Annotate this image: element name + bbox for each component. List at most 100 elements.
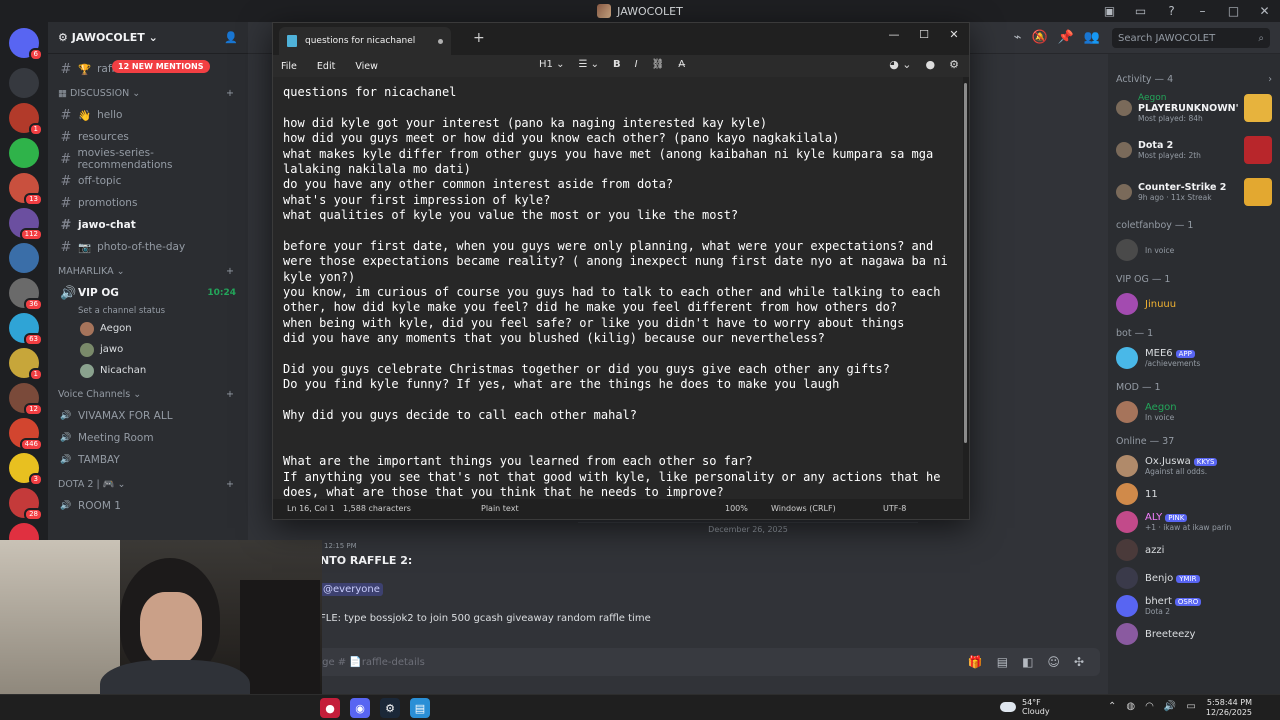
server-icon[interactable]: 112 (9, 208, 43, 241)
channel-off-topic[interactable]: # off-topic (54, 170, 242, 192)
server-icon[interactable]: 36 (9, 278, 43, 311)
steam-icon[interactable]: ⚙ (380, 698, 400, 718)
add-channel-icon[interactable]: + (226, 88, 234, 99)
server-icon[interactable]: 6 (9, 28, 43, 61)
voice-user[interactable]: jawo (54, 339, 242, 360)
scrollbar[interactable] (964, 83, 967, 443)
pin-icon[interactable]: 📌 (1058, 30, 1074, 45)
channel-hello[interactable]: # 👋 hello (54, 104, 242, 126)
account-icon[interactable]: ● (926, 58, 936, 71)
category-dota[interactable]: DOTA 2 | 🎮 ⌄ + (54, 473, 242, 495)
maximize-button[interactable]: □ (1218, 4, 1249, 18)
category-discussion[interactable]: ▦ DISCUSSION ⌄ + (54, 82, 242, 104)
server-icon[interactable]: 3 (9, 453, 43, 486)
activity-card[interactable]: Dota 2 Most played: 2th (1116, 132, 1272, 168)
member-item[interactable]: Breeteezy (1116, 620, 1272, 648)
add-channel-icon[interactable]: + (226, 479, 234, 490)
discord-icon[interactable]: ◉ (350, 698, 370, 718)
message-composer[interactable]: age # 📄raffle-details 🎁 ▤ ◧ ☺ ✣ (256, 648, 1100, 676)
new-mentions-badge[interactable]: 12 NEW MENTIONS (112, 60, 210, 73)
chevron-up-icon[interactable]: ⌃ (1108, 701, 1116, 712)
volume-icon[interactable]: 🔊 (1164, 701, 1176, 712)
add-channel-icon[interactable]: + (226, 266, 234, 277)
threads-icon[interactable]: ⌁ (1014, 30, 1022, 45)
gift-icon[interactable]: 🎁 (968, 655, 983, 669)
member-item[interactable]: MEE6 APP/achievements (1116, 344, 1272, 372)
wifi-icon[interactable]: ◠ (1145, 701, 1154, 712)
voice-user[interactable]: Nicachan (54, 360, 242, 381)
help-icon[interactable]: ? (1156, 4, 1187, 18)
activity-card[interactable]: AegonPLAYERUNKNOWN'S BAT...Most played: … (1116, 90, 1272, 126)
sticker-icon[interactable]: ◧ (1022, 655, 1033, 669)
member-item[interactable]: bhert OSRO Dota 2 (1116, 592, 1272, 620)
zoom-level[interactable]: 100% (725, 504, 748, 513)
weather-widget[interactable]: 54°F Cloudy (1000, 698, 1050, 716)
notepad-tab[interactable]: questions for nicachanel (279, 27, 451, 55)
gif-icon[interactable]: ▤ (997, 655, 1008, 669)
maximize-button[interactable]: ☐ (909, 23, 939, 45)
channel-movies-series-recommendations[interactable]: # movies-series-recommendations (54, 147, 242, 171)
server-icon[interactable]: 63 (9, 313, 43, 346)
voice-channel[interactable]: 🔊 Meeting Room (54, 427, 242, 449)
member-item[interactable]: Ox.Juswa KKYS Against all odds. (1116, 452, 1272, 480)
channel-resources[interactable]: # resources (54, 126, 242, 148)
member-item[interactable]: 11 (1116, 480, 1272, 508)
server-header[interactable]: ⚙ JAWOCOLET ⌄ 👤 (48, 22, 248, 54)
clock[interactable]: 5:58:44 PM 12/26/2025 (1206, 698, 1252, 718)
text-editor[interactable]: questions for nicachanel how did kyle got… (273, 77, 963, 501)
category-maharlika[interactable]: MAHARLIKA ⌄ + (54, 260, 242, 282)
minimize-button[interactable]: – (1187, 4, 1218, 18)
heading-dropdown[interactable]: H1 ⌄ (539, 59, 564, 70)
server-icon[interactable]: 28 (9, 488, 43, 521)
category-voice[interactable]: Voice Channels ⌄ + (54, 383, 242, 405)
voice-user[interactable]: Aegon (54, 318, 242, 339)
close-button[interactable]: ✕ (1249, 4, 1280, 18)
channel-photo-of-the-day[interactable]: # 📷 photo-of-the-day (54, 236, 242, 258)
close-button[interactable]: ✕ (939, 23, 969, 45)
server-icon[interactable]: 1 (9, 103, 43, 136)
mute-icon[interactable]: 🔕 (1031, 30, 1047, 45)
copilot-icon[interactable]: ◕ ⌄ (889, 58, 911, 71)
members-icon[interactable]: 👥 (1084, 30, 1100, 45)
member-item[interactable]: azzi (1116, 536, 1272, 564)
search-input[interactable]: Search JAWOCOLET ⌕ (1112, 28, 1270, 48)
menu-edit[interactable]: Edit (317, 61, 335, 72)
list-icon[interactable]: ☰ ⌄ (578, 59, 599, 70)
everyone-mention[interactable]: @everyone (320, 583, 383, 596)
member-item[interactable]: Jinuuu (1116, 290, 1272, 318)
new-tab-button[interactable]: + (473, 30, 485, 46)
monitor-icon[interactable]: ▭ (1125, 4, 1156, 18)
member-item[interactable]: Benjo YMIR (1116, 564, 1272, 592)
member-item[interactable]: In voice (1116, 236, 1272, 264)
network-icon[interactable]: ◍ (1126, 701, 1135, 712)
menu-view[interactable]: View (355, 61, 378, 72)
link-icon[interactable]: ⛓ (652, 59, 665, 70)
server-icon[interactable]: 13 (9, 173, 43, 206)
app-icon[interactable]: ● (320, 698, 340, 718)
server-icon[interactable] (9, 243, 39, 273)
server-icon[interactable]: 446 (9, 418, 43, 451)
notepad-icon[interactable]: ▤ (410, 698, 430, 718)
server-icon[interactable]: 1 (9, 348, 43, 381)
server-icon[interactable] (9, 68, 39, 98)
voice-channel-vip-og[interactable]: 🔊 VIP OG 10:24 (54, 282, 242, 304)
channel-status[interactable]: Set a channel status (54, 304, 242, 318)
settings-icon[interactable]: ⚙ (949, 58, 959, 71)
clear-format-icon[interactable]: A̶ (678, 59, 685, 70)
voice-channel[interactable]: 🔊 TAMBAY (54, 449, 242, 471)
italic-icon[interactable]: I (635, 59, 638, 70)
server-icon[interactable]: 12 (9, 383, 43, 416)
member-item[interactable]: ALY PINK +1 · ikaw at ikaw parin (1116, 508, 1272, 536)
battery-icon[interactable]: ▭ (1186, 701, 1195, 712)
server-icon[interactable] (9, 138, 39, 168)
minimize-button[interactable]: — (879, 23, 909, 45)
add-channel-icon[interactable]: + (226, 389, 234, 400)
apps-icon[interactable]: ✣ (1074, 655, 1084, 669)
channel-raffle[interactable]: # 🏆 raffl 12 NEW MENTIONS (54, 58, 242, 80)
channel-promotions[interactable]: # promotions (54, 192, 242, 214)
voice-channel[interactable]: 🔊 ROOM 1 (54, 495, 242, 517)
chevron-right-icon[interactable]: › (1268, 74, 1272, 85)
invite-icon[interactable]: 👤 (224, 31, 238, 44)
unsaved-dot-icon[interactable] (438, 38, 443, 44)
menu-file[interactable]: File (281, 61, 297, 72)
